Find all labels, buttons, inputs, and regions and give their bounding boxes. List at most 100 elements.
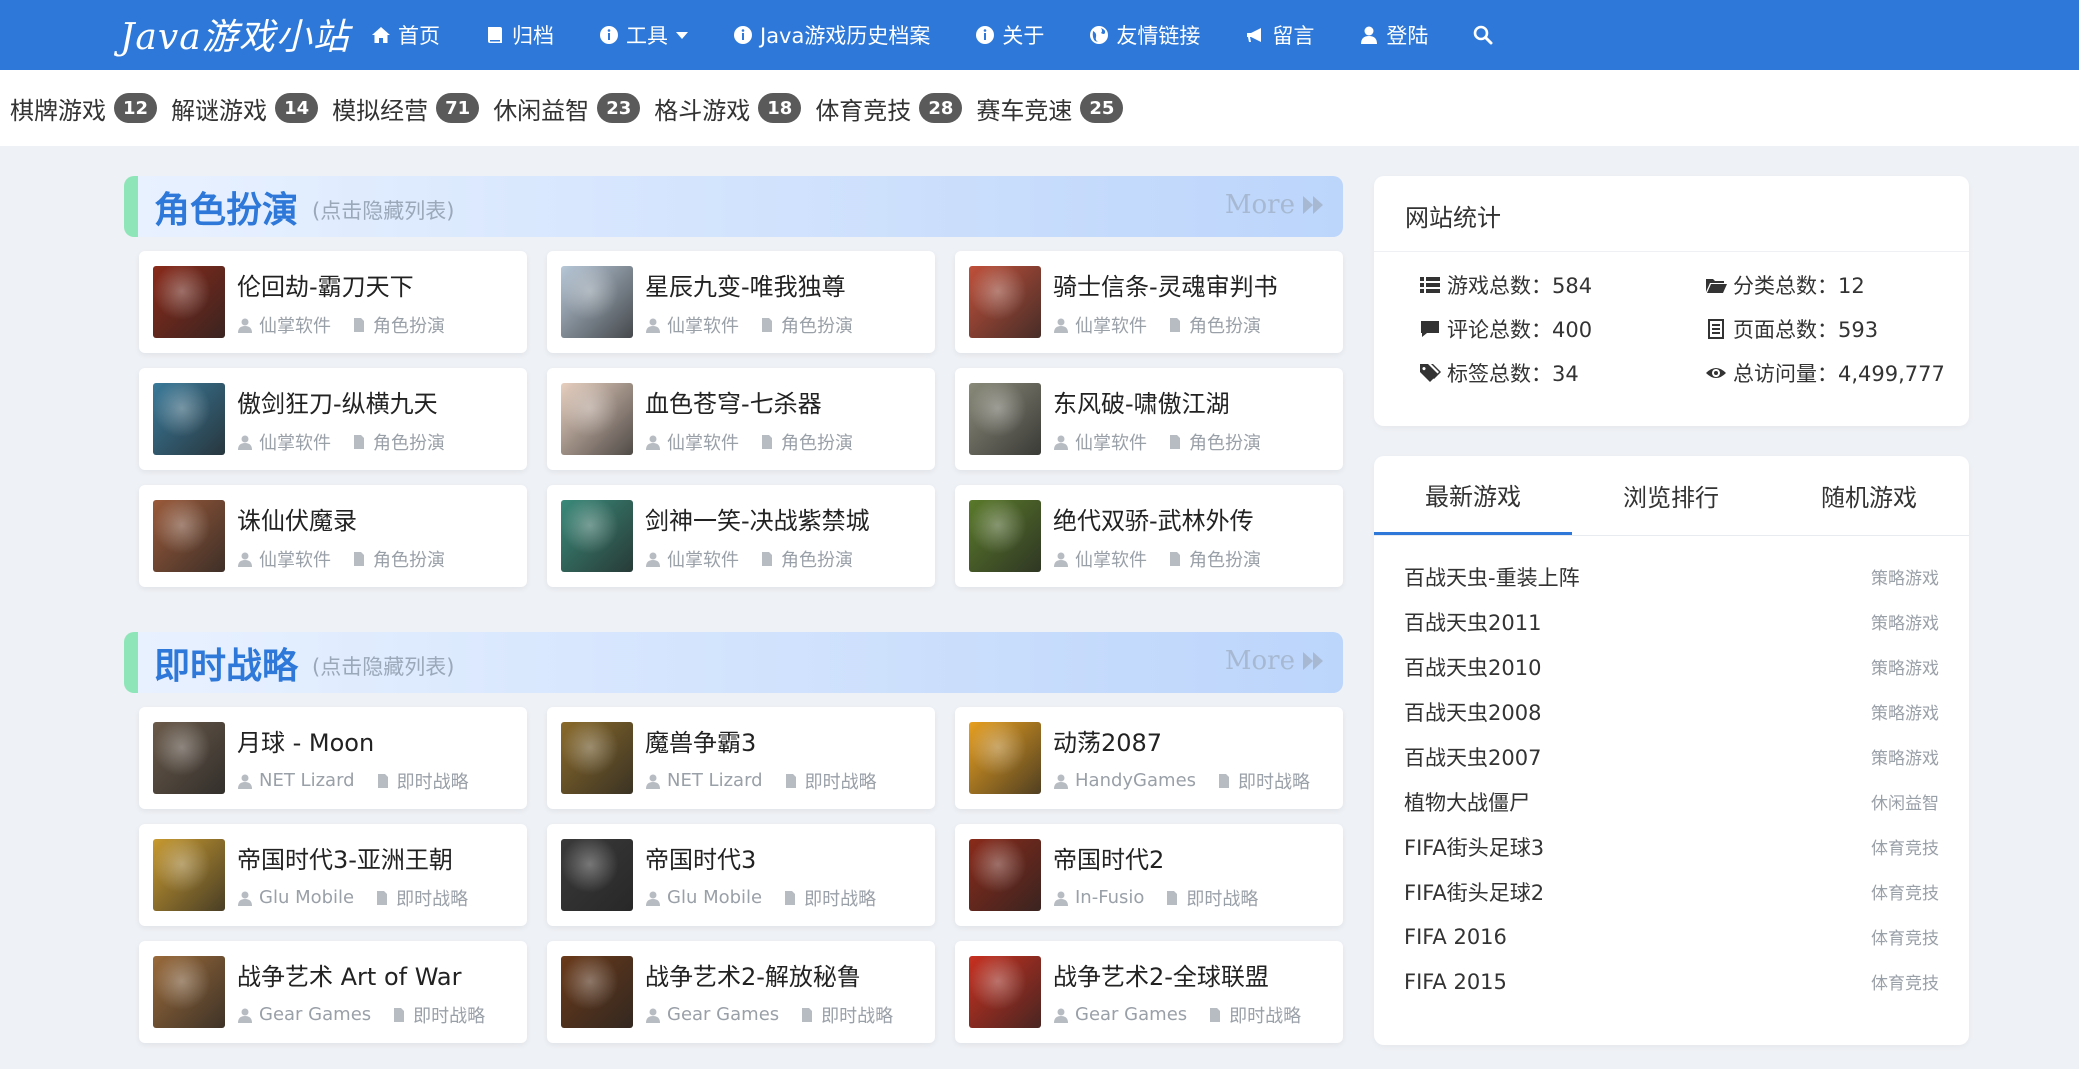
section-header-rpg[interactable]: 角色扮演 (点击隐藏列表) More bbox=[124, 176, 1343, 237]
list-item[interactable]: 百战天虫2007 策略游戏 bbox=[1404, 734, 1939, 779]
game-category[interactable]: 角色扮演 bbox=[373, 546, 445, 572]
list-item[interactable]: FIFA街头足球3 体育竞技 bbox=[1404, 824, 1939, 869]
game-card[interactable]: 星辰九变-唯我独尊仙掌软件 角色扮演 bbox=[547, 251, 935, 353]
game-title[interactable]: 星辰九变-唯我独尊 bbox=[645, 267, 853, 302]
game-card[interactable]: 战争艺术 Art of War Gear Games 即时战略 bbox=[139, 941, 527, 1043]
game-category[interactable]: 即时战略 bbox=[1186, 885, 1258, 911]
game-name[interactable]: 百战天虫2007 bbox=[1404, 742, 1541, 772]
game-card[interactable]: 血色苍穹-七杀器仙掌软件 角色扮演 bbox=[547, 368, 935, 470]
game-name[interactable]: FIFA 2016 bbox=[1404, 925, 1507, 949]
game-title[interactable]: 血色苍穹-七杀器 bbox=[645, 384, 853, 419]
game-name[interactable]: 百战天虫-重装上阵 bbox=[1404, 562, 1580, 592]
game-title[interactable]: 傲剑狂刀-纵横九天 bbox=[237, 384, 445, 419]
game-thumbnail[interactable] bbox=[561, 383, 633, 455]
game-thumbnail[interactable] bbox=[153, 956, 225, 1028]
game-card[interactable]: 骑士信条-灵魂审判书仙掌软件 角色扮演 bbox=[955, 251, 1343, 353]
game-card[interactable]: 动荡2087 HandyGames 即时战略 bbox=[955, 707, 1343, 809]
game-category[interactable]: 角色扮演 bbox=[1189, 312, 1261, 338]
game-title[interactable]: 战争艺术2-全球联盟 bbox=[1053, 957, 1301, 992]
nav-item-home[interactable]: 首页 bbox=[370, 20, 440, 50]
site-brand[interactable]: Java游戏小站 bbox=[120, 8, 350, 60]
list-item[interactable]: 百战天虫-重装上阵 策略游戏 bbox=[1404, 554, 1939, 599]
game-title[interactable]: 帝国时代3 bbox=[645, 840, 876, 875]
game-title[interactable]: 帝国时代3-亚洲王朝 bbox=[237, 840, 468, 875]
nav-item-archive[interactable]: 归档 bbox=[484, 20, 554, 50]
game-card[interactable]: 魔兽争霸3 NET Lizard 即时战略 bbox=[547, 707, 935, 809]
game-vendor[interactable]: 仙掌软件 bbox=[667, 546, 739, 572]
category-link[interactable]: 体育竞技 28 bbox=[815, 91, 963, 126]
game-vendor[interactable]: 仙掌软件 bbox=[667, 429, 739, 455]
game-category[interactable]: 即时战略 bbox=[821, 1002, 893, 1028]
game-vendor[interactable]: NET Lizard bbox=[259, 770, 355, 791]
category-link[interactable]: 模拟经营 71 bbox=[332, 91, 480, 126]
game-vendor[interactable]: 仙掌软件 bbox=[1075, 312, 1147, 338]
game-card[interactable]: 战争艺术2-解放秘鲁 Gear Games 即时战略 bbox=[547, 941, 935, 1043]
nav-item-links[interactable]: 友情链接 bbox=[1088, 20, 1200, 50]
game-thumbnail[interactable] bbox=[153, 383, 225, 455]
game-category[interactable]: 角色扮演 bbox=[781, 312, 853, 338]
category-link[interactable]: 解谜游戏 14 bbox=[171, 91, 319, 126]
game-vendor[interactable]: Glu Mobile bbox=[259, 887, 354, 908]
nav-item-about[interactable]: 关于 bbox=[974, 20, 1044, 50]
game-title[interactable]: 剑神一笑-决战紫禁城 bbox=[645, 501, 870, 536]
game-card[interactable]: 东风破-啸傲江湖 仙掌软件 角色扮演 bbox=[955, 368, 1343, 470]
game-title[interactable]: 动荡2087 bbox=[1053, 723, 1310, 758]
game-card[interactable]: 剑神一笑-决战紫禁城 仙掌软件 角色扮演 bbox=[547, 485, 935, 587]
game-card[interactable]: 战争艺术2-全球联盟 Gear Games 即时战略 bbox=[955, 941, 1343, 1043]
game-vendor[interactable]: In-Fusio bbox=[1075, 887, 1144, 908]
game-thumbnail[interactable] bbox=[153, 500, 225, 572]
game-name[interactable]: 百战天虫2010 bbox=[1404, 652, 1541, 682]
game-vendor[interactable]: 仙掌软件 bbox=[259, 312, 331, 338]
game-thumbnail[interactable] bbox=[561, 500, 633, 572]
game-thumbnail[interactable] bbox=[561, 956, 633, 1028]
game-name[interactable]: FIFA 2015 bbox=[1404, 970, 1507, 994]
game-card[interactable]: 帝国时代3 Glu Mobile 即时战略 bbox=[547, 824, 935, 926]
category-link[interactable]: 格斗游戏 18 bbox=[654, 91, 802, 126]
game-category[interactable]: 即时战略 bbox=[804, 885, 876, 911]
game-thumbnail[interactable] bbox=[153, 266, 225, 338]
game-category[interactable]: 即时战略 bbox=[1238, 768, 1310, 794]
game-thumbnail[interactable] bbox=[561, 839, 633, 911]
game-thumbnail[interactable] bbox=[969, 383, 1041, 455]
game-title[interactable]: 战争艺术2-解放秘鲁 bbox=[645, 957, 893, 992]
game-title[interactable]: 诛仙伏魔录 bbox=[237, 501, 445, 536]
game-vendor[interactable]: 仙掌软件 bbox=[259, 429, 331, 455]
game-thumbnail[interactable] bbox=[969, 722, 1041, 794]
nav-item-tools[interactable]: 工具 bbox=[598, 20, 688, 50]
game-vendor[interactable]: Gear Games bbox=[667, 1004, 779, 1025]
category-link[interactable]: 棋牌游戏 12 bbox=[10, 91, 158, 126]
game-category[interactable]: 角色扮演 bbox=[373, 312, 445, 338]
list-item[interactable]: 植物大战僵尸 休闲益智 bbox=[1404, 779, 1939, 824]
list-item[interactable]: FIFA 2016 体育竞技 bbox=[1404, 914, 1939, 959]
game-card[interactable]: 月球 - Moon NET Lizard 即时战略 bbox=[139, 707, 527, 809]
game-thumbnail[interactable] bbox=[153, 839, 225, 911]
game-title[interactable]: 伦回劫-霸刀天下 bbox=[237, 267, 445, 302]
game-vendor[interactable]: 仙掌软件 bbox=[259, 546, 331, 572]
game-name[interactable]: 百战天虫2008 bbox=[1404, 697, 1541, 727]
game-title[interactable]: 骑士信条-灵魂审判书 bbox=[1053, 267, 1278, 302]
tab-latest[interactable]: 最新游戏 bbox=[1374, 456, 1572, 535]
game-name[interactable]: 植物大战僵尸 bbox=[1404, 787, 1530, 817]
game-title[interactable]: 绝代双骄-武林外传 bbox=[1053, 501, 1261, 536]
game-vendor[interactable]: Gear Games bbox=[1075, 1004, 1187, 1025]
game-category[interactable]: 即时战略 bbox=[397, 768, 469, 794]
game-vendor[interactable]: Glu Mobile bbox=[667, 887, 762, 908]
game-category[interactable]: 即时战略 bbox=[1229, 1002, 1301, 1028]
search-button[interactable] bbox=[1472, 24, 1500, 46]
tab-random[interactable]: 随机游戏 bbox=[1770, 456, 1968, 535]
game-category[interactable]: 即时战略 bbox=[396, 885, 468, 911]
game-name[interactable]: FIFA街头足球3 bbox=[1404, 832, 1544, 862]
nav-item-history[interactable]: Java游戏历史档案 bbox=[732, 20, 930, 50]
game-category[interactable]: 角色扮演 bbox=[1189, 546, 1261, 572]
game-thumbnail[interactable] bbox=[561, 266, 633, 338]
game-category[interactable]: 角色扮演 bbox=[373, 429, 445, 455]
game-category[interactable]: 角色扮演 bbox=[781, 429, 853, 455]
game-vendor[interactable]: 仙掌软件 bbox=[1075, 546, 1147, 572]
nav-item-guestbook[interactable]: 留言 bbox=[1244, 20, 1314, 50]
game-vendor[interactable]: 仙掌软件 bbox=[667, 312, 739, 338]
game-vendor[interactable]: NET Lizard bbox=[667, 770, 763, 791]
game-category[interactable]: 即时战略 bbox=[413, 1002, 485, 1028]
game-thumbnail[interactable] bbox=[969, 839, 1041, 911]
game-vendor[interactable]: HandyGames bbox=[1075, 770, 1196, 791]
game-vendor[interactable]: 仙掌软件 bbox=[1075, 429, 1147, 455]
